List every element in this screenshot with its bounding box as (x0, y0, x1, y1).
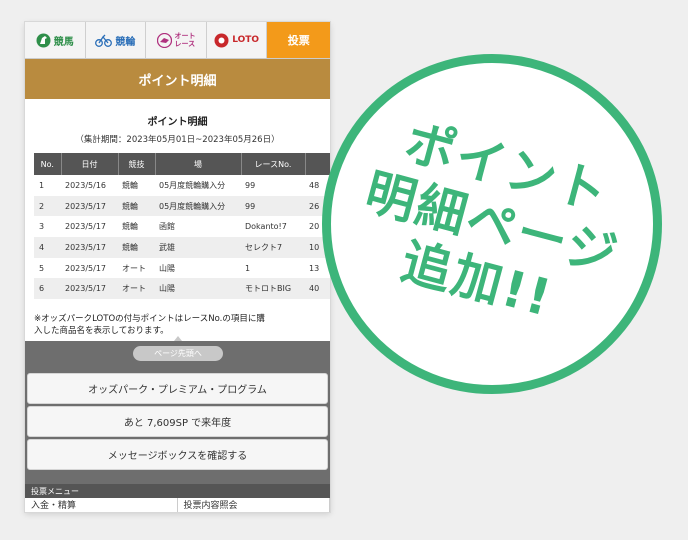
cell-no: 5 (34, 257, 61, 279)
tab-loto[interactable]: LOTO (207, 22, 268, 58)
category-tabs: 競馬 競輪 オート レース LOTO 投票 (25, 22, 330, 59)
cell-no: 3 (34, 216, 61, 238)
menu-item-vote-history[interactable]: 投票内容照会 (178, 498, 330, 512)
col-header-points (305, 153, 330, 175)
cell-no: 6 (34, 278, 61, 300)
col-header-date: 日付 (61, 153, 119, 175)
cell-date: 2023/5/16 (61, 175, 118, 196)
tab-vote-label: 投票 (287, 34, 310, 47)
premium-program-button[interactable]: オッズパーク・プレミアム・プログラム (27, 373, 328, 404)
cell-event: 競輪 (118, 195, 155, 217)
cell-race: 1 (241, 257, 305, 279)
tab-vote[interactable]: 投票 (267, 22, 330, 58)
section-title: ポイント明細 (147, 117, 208, 128)
cell-no: 4 (34, 237, 61, 258)
up-arrow-icon (174, 336, 182, 341)
cell-date: 2023/5/17 (61, 216, 118, 238)
cell-event: オート (118, 278, 155, 300)
cell-race: 99 (241, 195, 305, 217)
cell-race: モトロトBIG (241, 278, 305, 300)
tab-keiba-label: 競馬 (53, 36, 74, 48)
table-row: 5 2023/5/17 オート 山陽 1 13 (34, 257, 330, 279)
horse-icon (36, 33, 51, 47)
vote-menu-label: 投票メニュー (25, 484, 330, 498)
page-top-button[interactable]: ページ先頭へ (133, 346, 223, 361)
table-row: 2 2023/5/17 競輪 05月度競輪購入分 99 26 (34, 195, 330, 217)
menu-item-deposit[interactable]: 入金・精算 (25, 498, 178, 512)
tab-keirin-label: 競輪 (115, 36, 136, 48)
tab-autorace-label-2: レース (174, 40, 196, 48)
cell-event: 競輪 (118, 175, 155, 196)
cell-venue: 函館 (155, 216, 241, 238)
cell-venue: 05月度競輪購入分 (155, 175, 241, 196)
col-header-no: No. (34, 153, 62, 175)
loto-icon (214, 33, 229, 47)
cell-venue: 山陽 (155, 257, 241, 279)
messagebox-button[interactable]: メッセージボックスを確認する (27, 439, 328, 470)
cell-venue: 05月度競輪購入分 (155, 195, 241, 217)
bicycle-icon (95, 34, 113, 47)
cell-date: 2023/5/17 (61, 278, 118, 300)
cell-race: 99 (241, 175, 305, 196)
motorcycle-icon (156, 32, 172, 48)
cell-race: セレクト7 (241, 237, 305, 258)
cell-no: 1 (34, 175, 61, 196)
points-table: No. 日付 競技 場 レースNo. 1 2023/5/16 競輪 05月度競輪… (34, 153, 330, 300)
cell-venue: 山陽 (155, 278, 241, 300)
table-row: 1 2023/5/16 競輪 05月度競輪購入分 99 48 (34, 175, 330, 196)
loto-note: ※オッズパークLOTOの付与ポイントはレースNo.の項目に購 入した商品名を表示… (34, 313, 321, 337)
vote-menu: 入金・精算 投票内容照会 (25, 498, 330, 512)
tab-keirin[interactable]: 競輪 (86, 22, 147, 58)
main-content: ポイント明細 （集計期間：2023年05月01日~2023年05月26日） No… (25, 99, 330, 337)
table-row: 6 2023/5/17 オート 山陽 モトロトBIG 40 (34, 278, 330, 300)
table-row: 4 2023/5/17 競輪 武雄 セレクト7 10 (34, 237, 330, 258)
cell-event: 競輪 (118, 216, 155, 238)
announcement-stamp: ポイント 明細ページ 追加!! (322, 54, 662, 394)
col-header-venue: 場 (155, 153, 242, 175)
cell-date: 2023/5/17 (61, 257, 118, 279)
next-year-button[interactable]: あと 7,609SP で来年度 (27, 406, 328, 437)
loto-note-line1: ※オッズパークLOTOの付与ポイントはレースNo.の項目に購 (34, 314, 265, 325)
cell-venue: 武雄 (155, 237, 241, 258)
table-row: 3 2023/5/17 競輪 函館 Dokanto!7 20 (34, 216, 330, 238)
cell-event: オート (118, 257, 155, 279)
footer-panel: ページ先頭へ オッズパーク・プレミアム・プログラム あと 7,609SP で来年… (25, 336, 330, 512)
cell-race: Dokanto!7 (241, 216, 305, 238)
col-header-race: レースNo. (241, 153, 306, 175)
cell-no: 2 (34, 195, 61, 217)
cell-event: 競輪 (118, 237, 155, 258)
phone-screen: 競馬 競輪 オート レース LOTO 投票 ポイント明細 ポイント明細 （集計期… (25, 22, 330, 512)
tab-autorace[interactable]: オート レース (146, 22, 207, 58)
table-header-row: No. 日付 競技 場 レースNo. (34, 153, 330, 175)
tab-loto-label: LOTO (232, 35, 260, 45)
page-title: ポイント明細 (25, 59, 330, 99)
tab-keiba[interactable]: 競馬 (25, 22, 86, 58)
cell-date: 2023/5/17 (61, 237, 118, 258)
col-header-event: 競技 (118, 153, 156, 175)
tab-autorace-label-1: オート (174, 32, 196, 40)
period-text: （集計期間：2023年05月01日~2023年05月26日） (75, 135, 280, 145)
cell-date: 2023/5/17 (61, 195, 118, 217)
